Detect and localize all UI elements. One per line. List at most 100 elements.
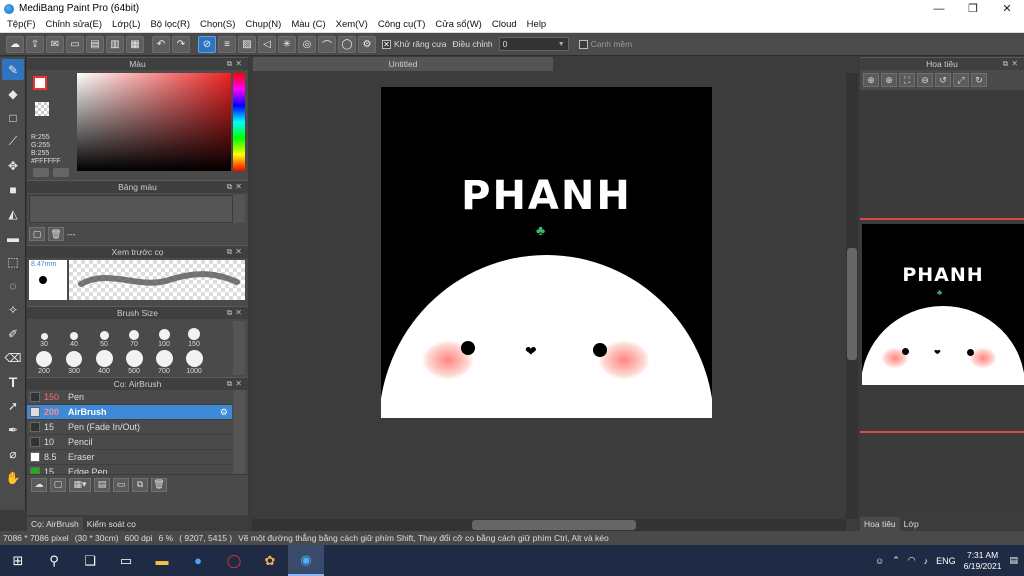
palette-scrollbar[interactable] [233,195,245,223]
ellipse-snap-icon[interactable]: ◯ [338,35,356,53]
add-brush-menu-icon[interactable]: ▦▾ [69,477,91,492]
new-palette-icon[interactable]: ▢ [29,227,45,241]
menu-help[interactable]: Help [522,19,552,30]
foreground-color-swatch[interactable] [33,76,47,90]
brush-size-option[interactable]: 70 [119,321,149,348]
brush-size-option[interactable]: 30 [29,321,59,348]
palette-grid[interactable] [29,195,233,223]
share-icon[interactable]: ⇪ [26,35,44,53]
fill-rect-tool-icon[interactable]: ■ [2,179,24,200]
brush-list-item[interactable]: 200 AirBrush ⚙ [27,405,232,420]
eyedropper-tool-icon[interactable]: ⌀ [2,443,24,464]
vertical-scroll-thumb[interactable] [847,248,857,360]
canvas-horizontal-scrollbar[interactable] [252,519,846,531]
correction-select[interactable]: 0 ▼ [498,37,569,51]
panel-controls-icon[interactable]: ⧉✕ [227,247,245,257]
zoom-in-icon[interactable]: ⊕ [863,73,879,87]
panel-controls-icon[interactable]: ⧉✕ [227,59,245,69]
grid-icon[interactable]: ▦ [126,35,144,53]
search-icon[interactable]: ⚲ [36,545,72,576]
brush-size-option[interactable]: 1000 [179,348,209,375]
menu-file[interactable]: Tệp(F) [2,19,41,30]
hand-tool-icon[interactable]: ✋ [2,467,24,488]
fullscreen-icon[interactable]: ⤢ [953,73,969,87]
panel-controls-icon[interactable]: ⧉✕ [227,182,245,192]
new-brush-icon[interactable]: ▢ [50,477,66,492]
tab-brush[interactable]: Cọ: AirBrush [27,517,83,531]
vanish-snap-icon[interactable]: ◁ [258,35,276,53]
curve-snap-icon[interactable]: ⌒ [318,35,336,53]
gradient-tool-icon[interactable]: ▬ [2,227,24,248]
maximize-button[interactable]: ❐ [956,0,990,17]
brush-size-option[interactable]: 200 [29,348,59,375]
comment-icon[interactable]: ✉ [46,35,64,53]
dropper-brush-tool-icon[interactable]: ✒ [2,419,24,440]
lasso-tool-icon[interactable]: ◌ [2,275,24,296]
brush-list-item[interactable]: 15 Edge Pen [27,465,232,474]
opera-icon[interactable]: ◯ [216,545,252,576]
windows-start-icon[interactable]: ⊞ [0,545,36,576]
panel-controls-icon[interactable]: ⧉✕ [227,379,245,389]
text-tool-icon[interactable]: T [2,371,24,392]
line-tool-icon[interactable]: ⟋ [2,131,24,152]
menu-tools[interactable]: Công cụ(T) [373,19,431,30]
delete-brush-icon[interactable]: 🗑 [151,477,167,492]
wifi-icon[interactable]: ◠ [908,555,916,566]
brush-list-item[interactable]: 150 Pen [27,390,232,405]
saturation-value-picker[interactable] [77,73,231,171]
select-tool-icon[interactable]: ⬚ [2,251,24,272]
cross-snap-icon[interactable]: ▨ [238,35,256,53]
brush-size-option[interactable]: 100 [149,321,179,348]
undo-icon[interactable]: ↶ [152,35,170,53]
language-indicator[interactable]: ENG [936,556,956,566]
eraser-tool-icon[interactable]: ◆ [2,83,24,104]
menu-filter[interactable]: Bộ lọc(R) [145,19,195,30]
notification-icon[interactable]: ▤ [1009,555,1018,566]
magic-wand-tool-icon[interactable]: ✧ [2,299,24,320]
brush-tool-icon[interactable]: ✎ [2,59,24,80]
close-button[interactable]: ✕ [990,0,1024,17]
tray-chevron-up-icon[interactable]: ⌃ [892,555,900,566]
brush-size-option[interactable]: 700 [149,348,179,375]
cloud-brush-icon[interactable]: ☁ [31,477,47,492]
brush-size-scrollbar[interactable] [233,321,245,375]
brush-settings-gear-icon[interactable]: ⚙ [220,407,228,418]
select-pen-tool-icon[interactable]: ✐ [2,323,24,344]
page-icon[interactable]: ▤ [86,35,104,53]
snap-off-icon[interactable]: ⊘ [198,35,216,53]
brush-size-option[interactable]: 300 [59,348,89,375]
zoom-out-icon[interactable]: ⊖ [917,73,933,87]
operation-tool-icon[interactable]: ➚ [2,395,24,416]
speaker-icon[interactable]: ♪ [924,556,929,566]
brush-list-item[interactable]: 10 Pencil [27,435,232,450]
menu-snap[interactable]: Chụp(N) [240,19,286,30]
rotate-left-icon[interactable]: ↺ [935,73,951,87]
brush-size-option[interactable]: 50 [89,321,119,348]
tab-layers[interactable]: Lớp [900,517,923,531]
fit-screen-icon[interactable]: ⛶ [899,73,915,87]
color-mode-button[interactable] [33,168,49,177]
radial-snap-icon[interactable]: ✳ [278,35,296,53]
move-tool-icon[interactable]: ✥ [2,155,24,176]
delete-palette-icon[interactable]: 🗑 [48,227,64,241]
rectangle-tool-icon[interactable]: □ [2,107,24,128]
zoom-in-alt-icon[interactable]: ⊕ [881,73,897,87]
canvas-vertical-scrollbar[interactable] [846,73,858,519]
navigator-thumbnail[interactable]: PHANH ♣ ❤ [862,224,1024,385]
menu-edit[interactable]: Chỉnh sửa(E) [41,19,108,30]
zalo-icon[interactable]: ● [180,545,216,576]
menu-view[interactable]: Xem(V) [331,19,373,30]
brush-list-item[interactable]: 8.5 Eraser [27,450,232,465]
video-app-icon[interactable]: ▭ [108,545,144,576]
pages-icon[interactable]: ▥ [106,35,124,53]
parallel-snap-icon[interactable]: ≡ [218,35,236,53]
menu-color[interactable]: Màu (C) [286,19,330,30]
folder-icon[interactable]: ▭ [113,477,129,492]
edge-checkbox[interactable]: Canh mềm [578,39,632,49]
document-tab[interactable]: Untitled [253,57,553,71]
horizontal-scroll-thumb[interactable] [472,520,636,530]
document-canvas[interactable]: PHANH ♣ ❤ [381,87,712,418]
brush-size-option[interactable]: 40 [59,321,89,348]
people-icon[interactable]: ☺ [875,556,884,566]
menu-layer[interactable]: Lớp(L) [107,19,145,30]
